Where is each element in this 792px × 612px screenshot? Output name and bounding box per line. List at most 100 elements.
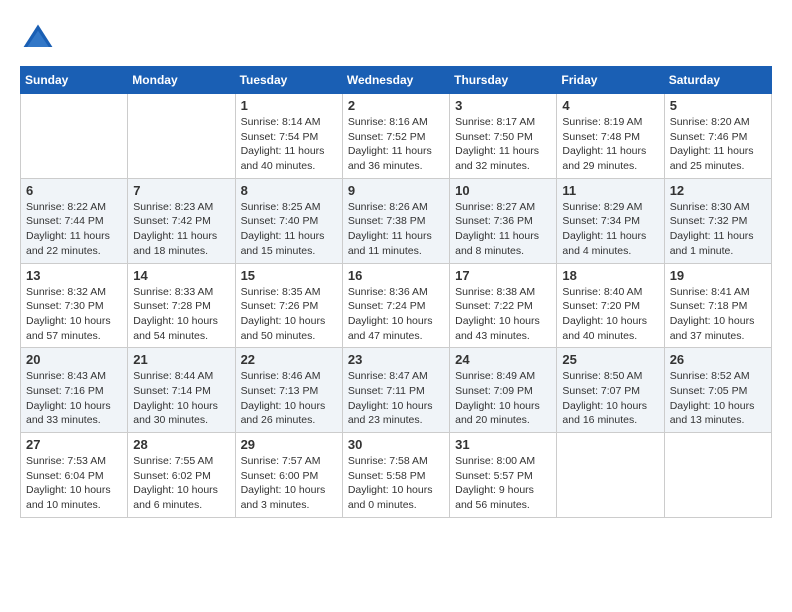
day-info: Sunrise: 8:17 AM Sunset: 7:50 PM Dayligh… [455,115,551,174]
day-number: 12 [670,183,766,198]
calendar-cell: 22 Sunrise: 8:46 AM Sunset: 7:13 PM Dayli… [235,348,342,433]
day-info: Sunrise: 8:36 AM Sunset: 7:24 PM Dayligh… [348,285,444,344]
day-info: Sunrise: 8:33 AM Sunset: 7:28 PM Dayligh… [133,285,229,344]
day-number: 8 [241,183,337,198]
day-info: Sunrise: 8:35 AM Sunset: 7:26 PM Dayligh… [241,285,337,344]
calendar-cell: 8 Sunrise: 8:25 AM Sunset: 7:40 PM Daylig… [235,178,342,263]
calendar-cell: 11 Sunrise: 8:29 AM Sunset: 7:34 PM Dayli… [557,178,664,263]
day-number: 27 [26,437,122,452]
calendar-cell [21,94,128,179]
logo-icon [20,20,56,56]
day-number: 3 [455,98,551,113]
day-number: 19 [670,268,766,283]
calendar-cell: 31 Sunrise: 8:00 AM Sunset: 5:57 PM Dayli… [450,433,557,518]
column-header-wednesday: Wednesday [342,67,449,94]
calendar-cell: 1 Sunrise: 8:14 AM Sunset: 7:54 PM Daylig… [235,94,342,179]
day-number: 10 [455,183,551,198]
calendar-cell: 23Sunrise: 8:47 AM Sunset: 7:11 PM Dayli… [342,348,449,433]
day-info: Sunrise: 8:30 AM Sunset: 7:32 PM Dayligh… [670,200,766,259]
day-number: 30 [348,437,444,452]
day-info: Sunrise: 8:50 AM Sunset: 7:07 PM Dayligh… [562,369,658,428]
day-number: 22 [241,352,337,367]
calendar-cell [557,433,664,518]
calendar-cell: 18 Sunrise: 8:40 AM Sunset: 7:20 PM Dayli… [557,263,664,348]
calendar-week-row: 1 Sunrise: 8:14 AM Sunset: 7:54 PM Daylig… [21,94,772,179]
day-info: Sunrise: 8:19 AM Sunset: 7:48 PM Dayligh… [562,115,658,174]
day-info: Sunrise: 8:29 AM Sunset: 7:34 PM Dayligh… [562,200,658,259]
day-number: 9 [348,183,444,198]
day-number: 17 [455,268,551,283]
day-number: 6 [26,183,122,198]
calendar-cell [664,433,771,518]
calendar-week-row: 27 Sunrise: 7:53 AM Sunset: 6:04 PM Dayli… [21,433,772,518]
calendar-cell: 9 Sunrise: 8:26 AM Sunset: 7:38 PM Daylig… [342,178,449,263]
day-info: Sunrise: 8:16 AM Sunset: 7:52 PM Dayligh… [348,115,444,174]
calendar-cell: 13Sunrise: 8:32 AM Sunset: 7:30 PM Dayli… [21,263,128,348]
day-number: 13 [26,268,122,283]
calendar-cell: 27 Sunrise: 7:53 AM Sunset: 6:04 PM Dayli… [21,433,128,518]
day-info: Sunrise: 8:00 AM Sunset: 5:57 PM Dayligh… [455,454,551,513]
day-info: Sunrise: 8:46 AM Sunset: 7:13 PM Dayligh… [241,369,337,428]
column-header-thursday: Thursday [450,67,557,94]
day-number: 2 [348,98,444,113]
day-number: 4 [562,98,658,113]
day-number: 31 [455,437,551,452]
calendar-cell [128,94,235,179]
day-info: Sunrise: 8:41 AM Sunset: 7:18 PM Dayligh… [670,285,766,344]
column-header-monday: Monday [128,67,235,94]
calendar-cell: 28 Sunrise: 7:55 AM Sunset: 6:02 PM Dayli… [128,433,235,518]
column-header-saturday: Saturday [664,67,771,94]
calendar-week-row: 13Sunrise: 8:32 AM Sunset: 7:30 PM Dayli… [21,263,772,348]
calendar-cell: 7 Sunrise: 8:23 AM Sunset: 7:42 PM Daylig… [128,178,235,263]
day-info: Sunrise: 7:53 AM Sunset: 6:04 PM Dayligh… [26,454,122,513]
calendar-cell: 12 Sunrise: 8:30 AM Sunset: 7:32 PM Dayli… [664,178,771,263]
calendar-cell: 24Sunrise: 8:49 AM Sunset: 7:09 PM Dayli… [450,348,557,433]
day-number: 11 [562,183,658,198]
day-info: Sunrise: 7:58 AM Sunset: 5:58 PM Dayligh… [348,454,444,513]
day-number: 16 [348,268,444,283]
day-number: 28 [133,437,229,452]
day-info: Sunrise: 7:55 AM Sunset: 6:02 PM Dayligh… [133,454,229,513]
calendar-cell: 21Sunrise: 8:44 AM Sunset: 7:14 PM Dayli… [128,348,235,433]
day-number: 15 [241,268,337,283]
day-info: Sunrise: 8:23 AM Sunset: 7:42 PM Dayligh… [133,200,229,259]
calendar-cell: 6 Sunrise: 8:22 AM Sunset: 7:44 PM Daylig… [21,178,128,263]
day-number: 5 [670,98,766,113]
day-number: 20 [26,352,122,367]
day-info: Sunrise: 8:20 AM Sunset: 7:46 PM Dayligh… [670,115,766,174]
calendar-cell: 30 Sunrise: 7:58 AM Sunset: 5:58 PM Dayli… [342,433,449,518]
calendar-cell: 3 Sunrise: 8:17 AM Sunset: 7:50 PM Daylig… [450,94,557,179]
day-number: 7 [133,183,229,198]
day-number: 1 [241,98,337,113]
calendar-cell: 25Sunrise: 8:50 AM Sunset: 7:07 PM Dayli… [557,348,664,433]
calendar-cell: 4 Sunrise: 8:19 AM Sunset: 7:48 PM Daylig… [557,94,664,179]
day-info: Sunrise: 8:43 AM Sunset: 7:16 PM Dayligh… [26,369,122,428]
day-number: 18 [562,268,658,283]
day-info: Sunrise: 8:26 AM Sunset: 7:38 PM Dayligh… [348,200,444,259]
calendar-cell: 14 Sunrise: 8:33 AM Sunset: 7:28 PM Dayli… [128,263,235,348]
calendar-table: SundayMondayTuesdayWednesdayThursdayFrid… [20,66,772,518]
calendar-cell: 17 Sunrise: 8:38 AM Sunset: 7:22 PM Dayli… [450,263,557,348]
calendar-cell: 29Sunrise: 7:57 AM Sunset: 6:00 PM Dayli… [235,433,342,518]
calendar-cell: 20 Sunrise: 8:43 AM Sunset: 7:16 PM Dayli… [21,348,128,433]
column-header-sunday: Sunday [21,67,128,94]
day-info: Sunrise: 8:25 AM Sunset: 7:40 PM Dayligh… [241,200,337,259]
day-info: Sunrise: 8:22 AM Sunset: 7:44 PM Dayligh… [26,200,122,259]
calendar-cell: 5 Sunrise: 8:20 AM Sunset: 7:46 PM Daylig… [664,94,771,179]
calendar-cell: 26 Sunrise: 8:52 AM Sunset: 7:05 PM Dayli… [664,348,771,433]
calendar-cell: 15 Sunrise: 8:35 AM Sunset: 7:26 PM Dayli… [235,263,342,348]
day-info: Sunrise: 8:47 AM Sunset: 7:11 PM Dayligh… [348,369,444,428]
day-info: Sunrise: 8:14 AM Sunset: 7:54 PM Dayligh… [241,115,337,174]
calendar-week-row: 20 Sunrise: 8:43 AM Sunset: 7:16 PM Dayli… [21,348,772,433]
day-info: Sunrise: 8:52 AM Sunset: 7:05 PM Dayligh… [670,369,766,428]
logo [20,20,62,56]
calendar-cell: 2 Sunrise: 8:16 AM Sunset: 7:52 PM Daylig… [342,94,449,179]
column-header-friday: Friday [557,67,664,94]
day-info: Sunrise: 8:27 AM Sunset: 7:36 PM Dayligh… [455,200,551,259]
day-number: 14 [133,268,229,283]
day-number: 26 [670,352,766,367]
calendar-cell: 10 Sunrise: 8:27 AM Sunset: 7:36 PM Dayli… [450,178,557,263]
day-info: Sunrise: 8:38 AM Sunset: 7:22 PM Dayligh… [455,285,551,344]
day-number: 29 [241,437,337,452]
day-info: Sunrise: 8:40 AM Sunset: 7:20 PM Dayligh… [562,285,658,344]
